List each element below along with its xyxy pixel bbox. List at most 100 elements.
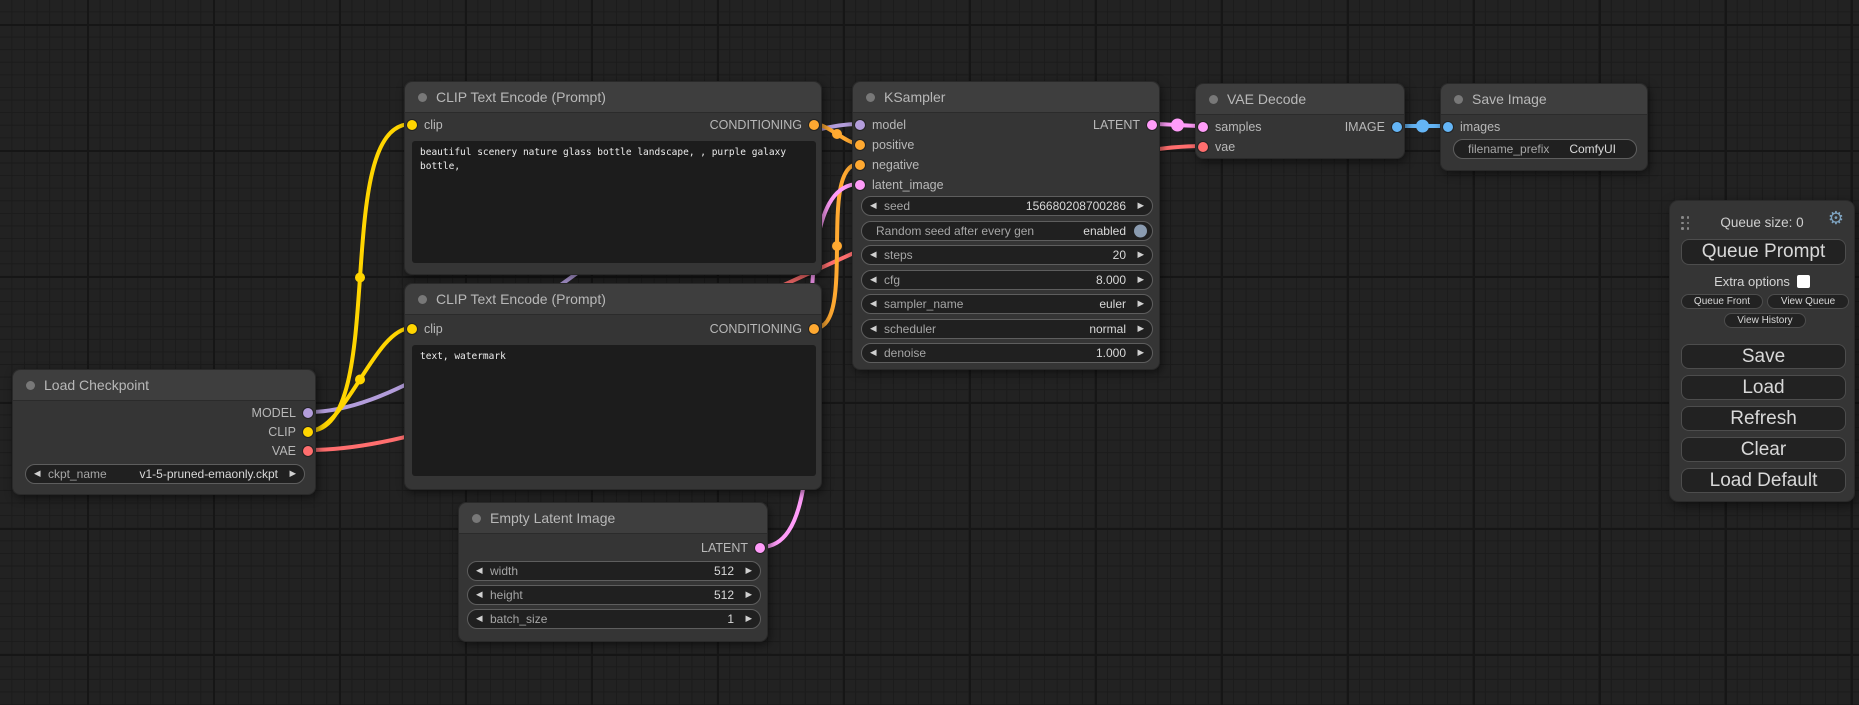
output-slot-clip[interactable]: CLIP — [268, 423, 313, 441]
node-title-bar[interactable]: CLIP Text Encode (Prompt) — [405, 284, 821, 315]
increment-arrow-icon[interactable]: ▶ — [745, 615, 752, 624]
increment-arrow-icon[interactable]: ▶ — [745, 567, 752, 576]
node-title-bar[interactable]: KSampler — [853, 82, 1159, 113]
collapse-dot-icon[interactable] — [418, 295, 427, 304]
refresh-button[interactable]: Refresh — [1681, 406, 1846, 431]
increment-arrow-icon[interactable]: ▶ — [745, 591, 752, 600]
link-midpoint-dot-cond-positive[interactable] — [832, 129, 842, 139]
model-port-icon[interactable] — [303, 408, 313, 418]
link-midpoint-dot-clip-positive[interactable] — [355, 273, 365, 283]
input-slot-vae[interactable]: vae — [1198, 138, 1235, 156]
conditioning-port-icon[interactable] — [855, 160, 865, 170]
node-title-bar[interactable]: Save Image — [1441, 84, 1647, 115]
node-title-bar[interactable]: VAE Decode — [1196, 84, 1404, 115]
queue-prompt-button[interactable]: Queue Prompt — [1681, 239, 1846, 265]
load-default-button[interactable]: Load Default — [1681, 468, 1846, 493]
cfg-widget[interactable]: ◀ cfg 8.000 ▶ — [861, 270, 1153, 290]
steps-widget[interactable]: ◀ steps 20 ▶ — [861, 245, 1153, 265]
save-button[interactable]: Save — [1681, 344, 1846, 369]
decrement-arrow-icon[interactable]: ◀ — [870, 251, 877, 260]
sampler-name-widget[interactable]: ◀ sampler_name euler ▶ — [861, 294, 1153, 314]
node-title-bar[interactable]: Load Checkpoint — [13, 370, 315, 401]
output-slot-image[interactable]: IMAGE — [1345, 118, 1402, 136]
increment-arrow-icon[interactable]: ▶ — [1137, 276, 1144, 285]
node-save-image[interactable]: Save Image images filename_prefix ComfyU… — [1440, 83, 1648, 171]
input-slot-latent-image[interactable]: latent_image — [855, 176, 944, 194]
toggle-on-icon[interactable] — [1134, 225, 1147, 238]
output-slot-conditioning[interactable]: CONDITIONING — [710, 116, 819, 134]
width-widget[interactable]: ◀ width 512 ▶ — [467, 561, 761, 581]
decrement-arrow-icon[interactable]: ◀ — [870, 276, 877, 285]
latent-port-icon[interactable] — [1147, 120, 1157, 130]
increment-arrow-icon[interactable]: ▶ — [1137, 325, 1144, 334]
vae-port-icon[interactable] — [1198, 142, 1208, 152]
link-midpoint-dot-cond-negative[interactable] — [832, 241, 842, 251]
node-title-bar[interactable]: Empty Latent Image — [459, 503, 767, 534]
input-slot-images[interactable]: images — [1443, 118, 1500, 136]
clip-port-icon[interactable] — [407, 324, 417, 334]
increment-arrow-icon[interactable]: ▶ — [1137, 202, 1144, 211]
node-load-checkpoint[interactable]: Load Checkpoint MODEL CLIP VAE ◀ ckpt_na… — [12, 369, 316, 495]
load-button[interactable]: Load — [1681, 375, 1846, 400]
clip-port-icon[interactable] — [303, 427, 313, 437]
latent-port-icon[interactable] — [755, 543, 765, 553]
node-vae-decode[interactable]: VAE Decode samples vae IMAGE — [1195, 83, 1405, 159]
decrement-arrow-icon[interactable]: ◀ — [476, 591, 483, 600]
increment-arrow-icon[interactable]: ▶ — [1137, 349, 1144, 358]
output-slot-vae[interactable]: VAE — [272, 442, 313, 460]
latent-port-icon[interactable] — [855, 180, 865, 190]
seed-widget[interactable]: ◀ seed 156680208700286 ▶ — [861, 196, 1153, 216]
clear-button[interactable]: Clear — [1681, 437, 1846, 462]
conditioning-port-icon[interactable] — [809, 120, 819, 130]
random-seed-toggle-widget[interactable]: Random seed after every gen enabled — [861, 221, 1153, 241]
denoise-widget[interactable]: ◀ denoise 1.000 ▶ — [861, 343, 1153, 363]
input-slot-positive[interactable]: positive — [855, 136, 914, 154]
node-clip-text-encode-negative[interactable]: CLIP Text Encode (Prompt) clip CONDITION… — [404, 283, 822, 490]
image-port-icon[interactable] — [1392, 122, 1402, 132]
collapse-dot-icon[interactable] — [1454, 95, 1463, 104]
prompt-textarea[interactable]: text, watermark — [412, 345, 816, 476]
decrement-arrow-icon[interactable]: ◀ — [870, 349, 877, 358]
output-slot-conditioning[interactable]: CONDITIONING — [710, 320, 819, 338]
input-slot-clip[interactable]: clip — [407, 116, 443, 134]
filename-prefix-widget[interactable]: filename_prefix ComfyUI — [1453, 139, 1637, 159]
node-ksampler[interactable]: KSampler model positive negative latent_… — [852, 81, 1160, 370]
collapse-dot-icon[interactable] — [472, 514, 481, 523]
link-midpoint-dot-clip-negative[interactable] — [355, 375, 365, 385]
collapse-dot-icon[interactable] — [26, 381, 35, 390]
input-slot-samples[interactable]: samples — [1198, 118, 1262, 136]
decrement-arrow-icon[interactable]: ◀ — [476, 567, 483, 576]
link-midpoint-dot-samples[interactable] — [1171, 119, 1184, 132]
increment-arrow-icon[interactable]: ▶ — [1137, 251, 1144, 260]
view-history-button[interactable]: View History — [1724, 313, 1806, 328]
conditioning-port-icon[interactable] — [855, 140, 865, 150]
model-port-icon[interactable] — [855, 120, 865, 130]
vae-port-icon[interactable] — [303, 446, 313, 456]
ckpt-name-widget[interactable]: ◀ ckpt_name v1-5-pruned-emaonly.ckpt ▶ — [25, 464, 305, 484]
input-slot-clip[interactable]: clip — [407, 320, 443, 338]
output-slot-model[interactable]: MODEL — [252, 404, 313, 422]
scheduler-widget[interactable]: ◀ scheduler normal ▶ — [861, 319, 1153, 339]
height-widget[interactable]: ◀ height 512 ▶ — [467, 585, 761, 605]
clip-port-icon[interactable] — [407, 120, 417, 130]
output-slot-latent[interactable]: LATENT — [1093, 116, 1157, 134]
input-slot-negative[interactable]: negative — [855, 156, 919, 174]
graph-canvas[interactable]: Load Checkpoint MODEL CLIP VAE ◀ ckpt_na… — [0, 0, 1859, 705]
increment-arrow-icon[interactable]: ▶ — [289, 470, 296, 479]
settings-gear-icon[interactable]: ⚙ — [1828, 210, 1844, 228]
output-slot-latent[interactable]: LATENT — [701, 539, 765, 557]
conditioning-port-icon[interactable] — [809, 324, 819, 334]
node-empty-latent-image[interactable]: Empty Latent Image LATENT ◀ width 512 ▶ … — [458, 502, 768, 642]
prompt-textarea[interactable]: beautiful scenery nature glass bottle la… — [412, 141, 816, 263]
link-midpoint-dot-image[interactable] — [1416, 120, 1429, 133]
extra-options-checkbox[interactable] — [1797, 275, 1810, 288]
node-clip-text-encode-positive[interactable]: CLIP Text Encode (Prompt) clip CONDITION… — [404, 81, 822, 275]
increment-arrow-icon[interactable]: ▶ — [1137, 300, 1144, 309]
decrement-arrow-icon[interactable]: ◀ — [870, 300, 877, 309]
decrement-arrow-icon[interactable]: ◀ — [870, 202, 877, 211]
collapse-dot-icon[interactable] — [866, 93, 875, 102]
collapse-dot-icon[interactable] — [1209, 95, 1218, 104]
batch-size-widget[interactable]: ◀ batch_size 1 ▶ — [467, 609, 761, 629]
queue-front-button[interactable]: Queue Front — [1681, 294, 1763, 309]
decrement-arrow-icon[interactable]: ◀ — [476, 615, 483, 624]
